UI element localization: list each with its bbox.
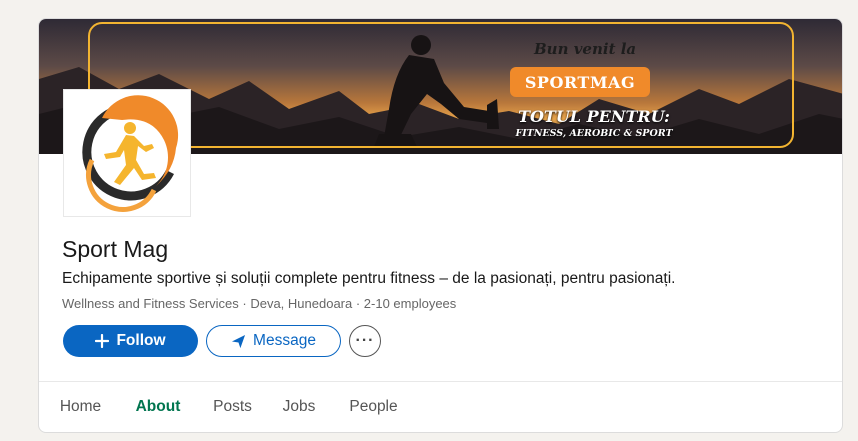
message-label: Message: [253, 332, 316, 349]
banner-headline: TOTUL PENTRU:: [518, 107, 670, 126]
runner-logo-icon: [82, 95, 179, 212]
banner-tagline: TOTUL PENTRU: FITNESS, AEROBIC & SPORT: [509, 107, 679, 139]
banner-brand-badge: SPORTMAG: [510, 67, 650, 97]
follow-button[interactable]: Follow: [63, 325, 198, 357]
tab-posts[interactable]: Posts: [205, 382, 260, 432]
company-logo[interactable]: [63, 89, 191, 217]
tab-jobs[interactable]: Jobs: [274, 382, 324, 432]
page-tabs: Home About Posts Jobs People: [39, 382, 842, 432]
banner-subline: FITNESS, AEROBIC & SPORT: [515, 128, 673, 139]
follow-label: Follow: [116, 332, 166, 349]
company-page-card: Bun venit la SPORTMAG TOTUL PENTRU: FITN…: [38, 18, 843, 433]
banner-frame: [88, 22, 794, 148]
send-icon: [231, 334, 246, 348]
tab-home[interactable]: Home: [49, 382, 112, 432]
company-name: Sport Mag: [62, 236, 169, 262]
more-icon: ···: [355, 332, 375, 349]
tab-about[interactable]: About: [119, 382, 197, 432]
plus-icon: [95, 334, 110, 348]
more-options-button[interactable]: ···: [349, 325, 381, 357]
company-meta: Wellness and Fitness Services · Deva, Hu…: [62, 296, 457, 311]
company-description: Echipamente sportive și soluții complete…: [62, 270, 676, 287]
message-button[interactable]: Message: [206, 325, 341, 357]
banner-welcome-text: Bun venit la: [534, 40, 637, 58]
tab-people[interactable]: People: [341, 382, 406, 432]
